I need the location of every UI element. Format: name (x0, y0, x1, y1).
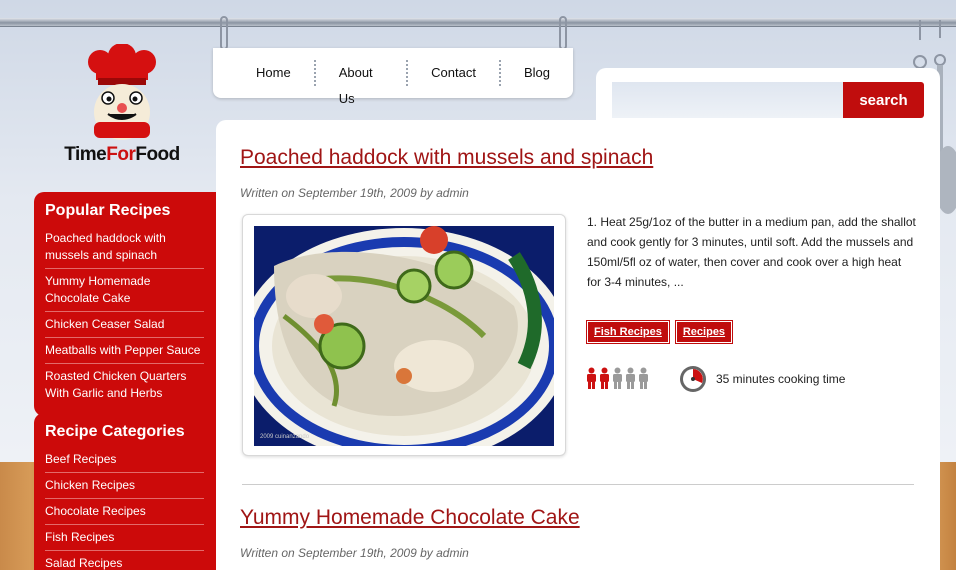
person-icon (626, 367, 635, 389)
tag-recipes[interactable]: Recipes (674, 320, 734, 344)
post-tags: Fish Recipes Recipes (586, 320, 734, 344)
post-divider (242, 484, 914, 485)
search-button[interactable]: search (843, 82, 924, 118)
list-item: Fish Recipes (45, 525, 204, 551)
list-item: Chicken Recipes (45, 473, 204, 499)
main-content: Poached haddock with mussels and spinach… (216, 120, 940, 570)
hook-icon (559, 16, 567, 50)
popular-recipe-link[interactable]: Chicken Ceaser Salad (45, 316, 204, 333)
post-excerpt: 1. Heat 25g/1oz of the butter in a mediu… (587, 215, 916, 289)
list-item: Poached haddock with mussels and spinach (45, 226, 204, 269)
popular-recipe-link[interactable]: Roasted Chicken Quarters With Garlic and… (45, 368, 204, 402)
post-image-frame[interactable]: 2009 cuinanzando (242, 214, 566, 456)
nav-home[interactable]: Home (233, 60, 316, 86)
person-icon (613, 367, 622, 389)
nav-blog[interactable]: Blog (501, 60, 573, 86)
main-nav: Home About Us Contact Blog (213, 48, 573, 106)
person-icon (587, 367, 596, 389)
list-item: Salad Recipes (45, 551, 204, 570)
recipe-categories-title: Recipe Categories (45, 423, 185, 440)
category-link[interactable]: Chicken Recipes (45, 477, 204, 494)
list-item: Yummy Homemade Chocolate Cake (45, 269, 204, 312)
category-link[interactable]: Beef Recipes (45, 451, 204, 468)
tag-fish-recipes[interactable]: Fish Recipes (586, 320, 670, 344)
list-item: Chocolate Recipes (45, 499, 204, 525)
list-item: Roasted Chicken Quarters With Garlic and… (45, 364, 204, 406)
nav-contact[interactable]: Contact (408, 60, 501, 86)
nav-about-us[interactable]: About Us (316, 60, 409, 106)
difficulty-rating (586, 367, 649, 389)
list-item: Chicken Ceaser Salad (45, 312, 204, 338)
recipe-categories-box: Recipe Categories Beef Recipes Chicken R… (34, 413, 216, 570)
popular-recipe-link[interactable]: Poached haddock with mussels and spinach (45, 230, 204, 264)
list-item: Meatballs with Pepper Sauce (45, 338, 204, 364)
category-link[interactable]: Salad Recipes (45, 555, 204, 570)
popular-recipes-title: Popular Recipes (45, 202, 171, 219)
post-meta: Written on September 19th, 2009 by admin (240, 546, 469, 560)
post-meta: Written on September 19th, 2009 by admin (240, 186, 469, 200)
site-logo[interactable]: TimeForFood (56, 43, 188, 168)
logo-text: TimeForFood (64, 144, 180, 165)
post-title-link[interactable]: Yummy Homemade Chocolate Cake (240, 506, 580, 530)
popular-recipe-link[interactable]: Meatballs with Pepper Sauce (45, 342, 204, 359)
hook-icon (220, 16, 228, 50)
person-icon (600, 367, 609, 389)
cooking-time: 35 minutes cooking time (716, 372, 846, 386)
kitchen-rail (0, 18, 956, 27)
search-input[interactable] (612, 82, 844, 118)
food-photo: 2009 cuinanzando (254, 226, 554, 446)
popular-recipes-box: Popular Recipes Poached haddock with mus… (34, 192, 216, 416)
popular-recipe-link[interactable]: Yummy Homemade Chocolate Cake (45, 273, 204, 307)
category-link[interactable]: Fish Recipes (45, 529, 204, 546)
chef-timer-icon (88, 43, 156, 140)
list-item: Beef Recipes (45, 447, 204, 473)
person-icon (639, 367, 648, 389)
post-title-link[interactable]: Poached haddock with mussels and spinach (240, 146, 653, 170)
category-link[interactable]: Chocolate Recipes (45, 503, 204, 520)
photo-caption: 2009 cuinanzando (260, 434, 310, 440)
timer-icon (680, 366, 706, 392)
post-image[interactable]: 2009 cuinanzando (254, 226, 554, 446)
